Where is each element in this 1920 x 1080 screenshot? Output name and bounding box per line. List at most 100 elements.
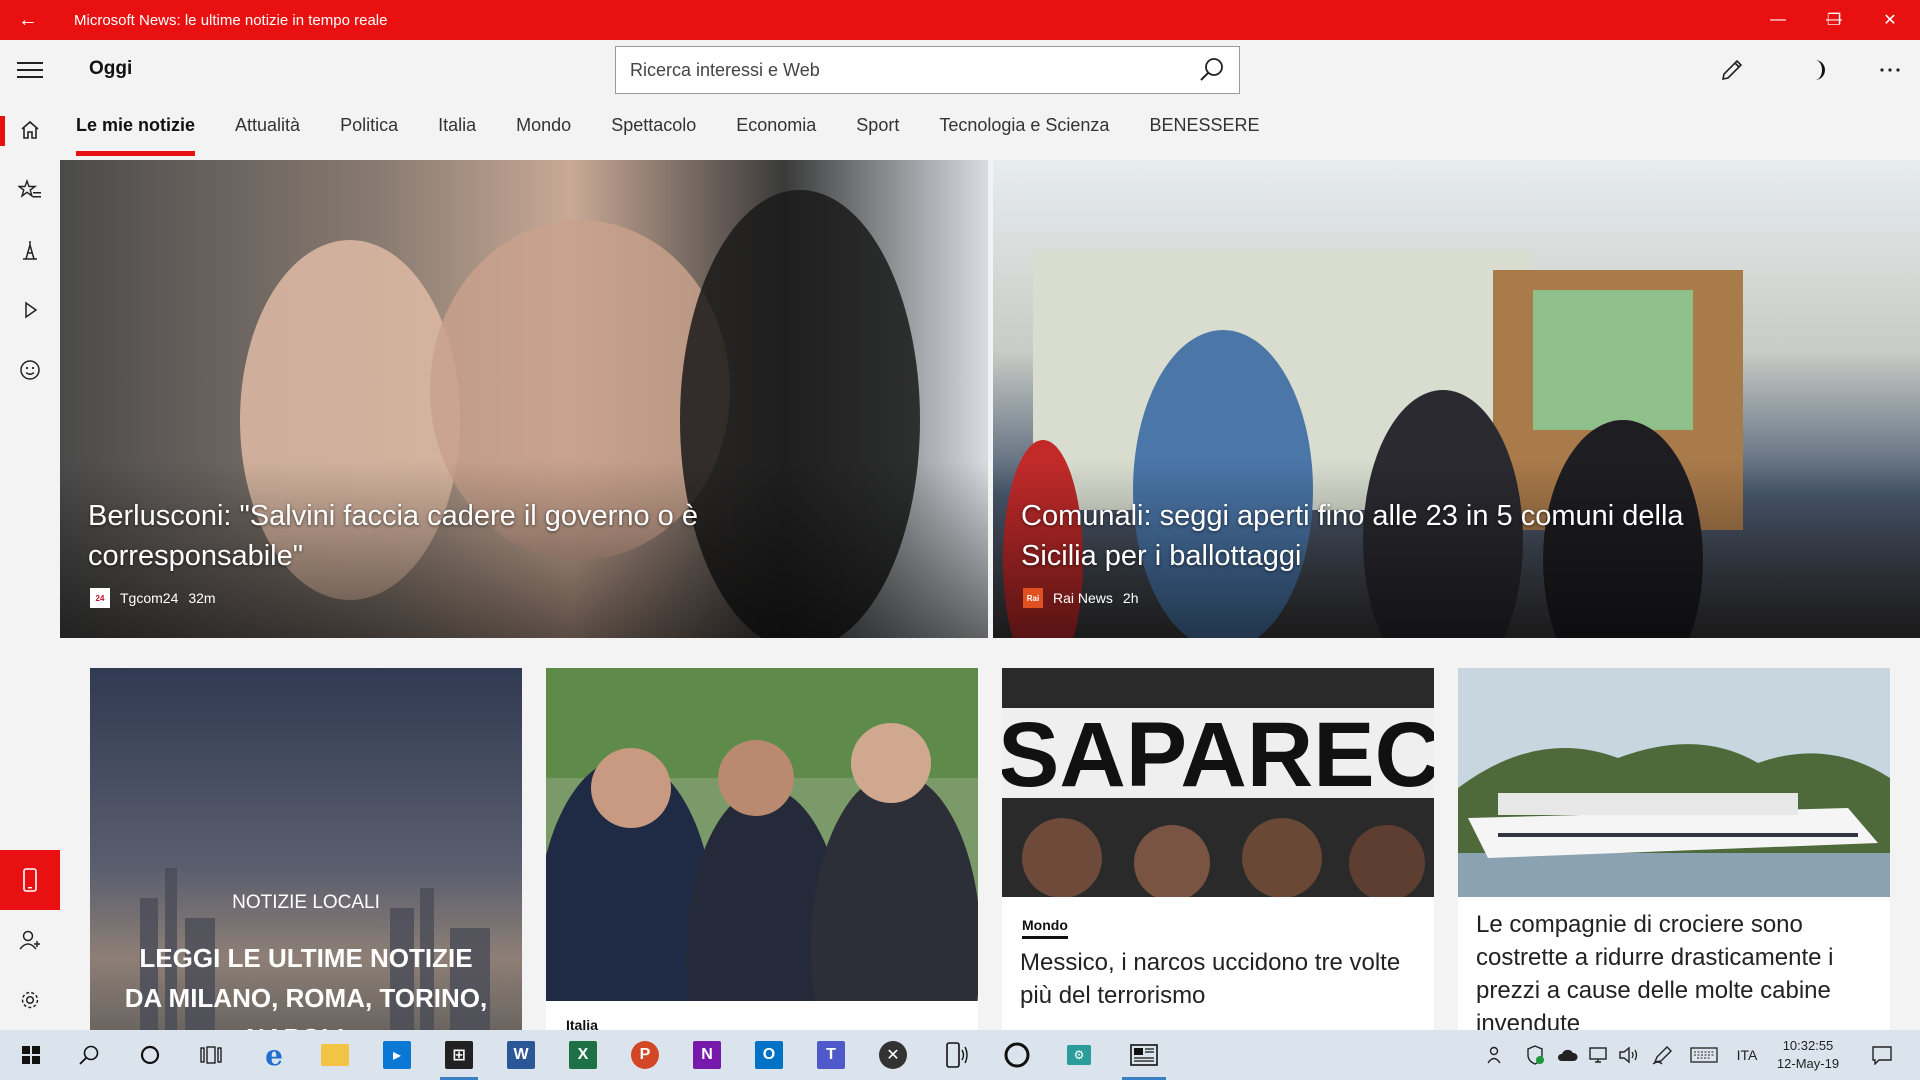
volume-tray-icon[interactable] bbox=[1616, 1030, 1642, 1080]
card-local-news[interactable]: NOTIZIE LOCALI LEGGI LE ULTIME NOTIZIE D… bbox=[90, 668, 522, 1030]
tab-spettacolo[interactable]: Spettacolo bbox=[611, 112, 696, 156]
edit-button[interactable] bbox=[1712, 52, 1752, 88]
star-list-icon bbox=[18, 179, 41, 198]
taskbar: e ▸ ⊞ W X P N O T ✕ ⚙ ITA 10:32:55 12-Ma… bbox=[0, 1030, 1920, 1080]
nav-local[interactable] bbox=[0, 220, 60, 280]
taskbar-excel[interactable]: X bbox=[558, 1030, 608, 1080]
nav-phone-button[interactable] bbox=[0, 850, 60, 910]
card-category: Mondo bbox=[1022, 917, 1068, 939]
network-tray-icon[interactable] bbox=[1586, 1030, 1612, 1080]
start-button[interactable] bbox=[6, 1030, 56, 1080]
nav-video[interactable] bbox=[0, 280, 60, 340]
nav-entertainment[interactable] bbox=[0, 340, 60, 400]
banner-image-text: SAPARECID bbox=[1002, 704, 1434, 806]
people-button[interactable] bbox=[1480, 1030, 1510, 1080]
minimize-icon: — bbox=[1770, 11, 1786, 28]
cortana-button[interactable] bbox=[125, 1030, 175, 1080]
taskbar-xbox[interactable]: ✕ bbox=[868, 1030, 918, 1080]
keyboard-icon bbox=[1690, 1047, 1718, 1063]
tab-tecnologia-e-scienza[interactable]: Tecnologia e Scienza bbox=[939, 112, 1109, 156]
taskbar-app-blue[interactable]: ▸ bbox=[372, 1030, 422, 1080]
news-icon bbox=[1130, 1044, 1158, 1066]
input-language[interactable]: ITA bbox=[1730, 1030, 1764, 1080]
restore-button[interactable]: ❐ bbox=[1806, 0, 1862, 40]
search-input[interactable] bbox=[630, 59, 1190, 81]
tab-sport[interactable]: Sport bbox=[856, 112, 899, 156]
taskbar-onenote[interactable]: N bbox=[682, 1030, 732, 1080]
notification-icon bbox=[1872, 1046, 1892, 1065]
card-overline: NOTIZIE LOCALI bbox=[232, 892, 380, 913]
task-view-icon bbox=[200, 1046, 222, 1064]
theme-toggle-button[interactable] bbox=[1798, 52, 1838, 88]
hamburger-menu-button[interactable] bbox=[0, 40, 60, 100]
taskbar-news[interactable] bbox=[1116, 1030, 1172, 1080]
smiley-icon bbox=[20, 360, 40, 380]
search-icon[interactable] bbox=[1198, 56, 1226, 84]
phone-icon bbox=[23, 868, 37, 892]
onedrive-tray-icon[interactable] bbox=[1554, 1030, 1580, 1080]
hero-story-2[interactable]: Comunali: seggi aperti fino alle 23 in 5… bbox=[993, 160, 1920, 638]
clock[interactable]: 10:32:55 12-May-19 bbox=[1770, 1030, 1846, 1080]
security-tray-icon[interactable] bbox=[1522, 1030, 1548, 1080]
tab-le-mie-notizie[interactable]: Le mie notizie bbox=[76, 112, 196, 156]
taskbar-file-explorer[interactable] bbox=[310, 1030, 360, 1080]
city-icon bbox=[23, 241, 37, 260]
hero-story-1[interactable]: Berlusconi: "Salvini faccia cadere il go… bbox=[60, 160, 988, 638]
tab-politica[interactable]: Politica bbox=[340, 112, 398, 156]
taskbar-teams[interactable]: T bbox=[806, 1030, 856, 1080]
card-crociere[interactable]: Le compagnie di crociere sono costrette … bbox=[1458, 668, 1890, 1030]
teams-icon: T bbox=[817, 1041, 845, 1069]
tab-economia[interactable]: Economia bbox=[736, 112, 816, 156]
nav-favorites[interactable] bbox=[0, 160, 60, 220]
taskbar-outlook[interactable]: O bbox=[744, 1030, 794, 1080]
cloud-icon bbox=[1557, 1049, 1578, 1061]
title-bar: ← Microsoft News: le ultime notizie in t… bbox=[0, 0, 1920, 40]
card-italia[interactable]: Italia bbox=[546, 668, 978, 1030]
tab-attualita[interactable]: Attualità bbox=[235, 112, 300, 156]
back-button[interactable]: ← bbox=[0, 0, 56, 40]
hero-meta: Rai Rai News 2h bbox=[1023, 588, 1138, 608]
home-icon bbox=[21, 120, 39, 139]
tab-benessere[interactable]: BENESSERE bbox=[1149, 112, 1259, 156]
hero-title: Berlusconi: "Salvini faccia cadere il go… bbox=[88, 500, 698, 572]
taskbar-your-phone[interactable] bbox=[930, 1030, 980, 1080]
restore-icon: ❐ bbox=[1826, 12, 1842, 29]
person-add-icon bbox=[19, 930, 40, 950]
taskbar-word[interactable]: W bbox=[496, 1030, 546, 1080]
excel-icon: X bbox=[569, 1041, 597, 1069]
nav-account[interactable] bbox=[0, 910, 60, 970]
close-icon: ✕ bbox=[1883, 12, 1897, 29]
category-tabs: Le mie notizie Attualità Politica Italia… bbox=[76, 112, 1300, 158]
keyboard-tray-icon[interactable] bbox=[1688, 1030, 1720, 1080]
store-icon: ⊞ bbox=[445, 1041, 473, 1069]
taskbar-app-teal[interactable]: ⚙ bbox=[1054, 1030, 1104, 1080]
card-image-italia bbox=[546, 668, 978, 1001]
search-box[interactable] bbox=[615, 46, 1240, 94]
taskbar-search-button[interactable] bbox=[64, 1030, 114, 1080]
network-icon bbox=[1589, 1047, 1607, 1063]
taskbar-store[interactable]: ⊞ bbox=[434, 1030, 484, 1080]
action-center-button[interactable] bbox=[1862, 1030, 1902, 1080]
nav-home[interactable] bbox=[0, 100, 60, 160]
nav-settings[interactable] bbox=[0, 970, 60, 1030]
tab-mondo[interactable]: Mondo bbox=[516, 112, 571, 156]
folder-icon bbox=[321, 1044, 349, 1066]
taskbar-circle-app[interactable] bbox=[992, 1030, 1042, 1080]
pen-tray-icon[interactable] bbox=[1650, 1030, 1676, 1080]
card-title: LEGGI LE ULTIME NOTIZIE DA MILANO, ROMA,… bbox=[124, 943, 488, 1030]
cortana-icon bbox=[140, 1045, 160, 1065]
hero-title: Comunali: seggi aperti fino alle 23 in 5… bbox=[1021, 500, 1684, 572]
card-category: Italia bbox=[566, 1017, 598, 1030]
card-image-cruise bbox=[1458, 668, 1890, 897]
card-mondo[interactable]: SAPARECID Mondo Messico, i narcos uccido… bbox=[1002, 668, 1434, 1030]
pen-icon bbox=[1652, 1046, 1672, 1065]
shield-icon bbox=[1527, 1045, 1544, 1065]
task-view-button[interactable] bbox=[186, 1030, 236, 1080]
more-options-button[interactable] bbox=[1870, 52, 1910, 88]
taskbar-powerpoint[interactable]: P bbox=[620, 1030, 670, 1080]
taskbar-edge[interactable]: e bbox=[249, 1030, 299, 1080]
hero-age: 2h bbox=[1122, 590, 1139, 606]
tab-italia[interactable]: Italia bbox=[438, 112, 476, 156]
close-button[interactable]: ✕ bbox=[1862, 0, 1918, 40]
minimize-button-area[interactable]: — bbox=[1750, 0, 1806, 40]
